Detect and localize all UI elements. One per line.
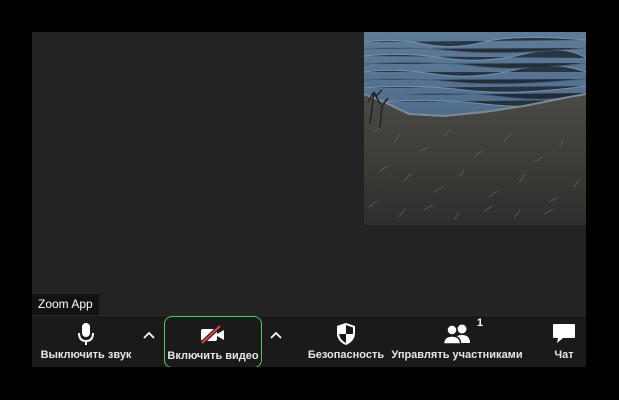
chat-label: Чат (554, 349, 574, 361)
meeting-toolbar: Выключить звук Включить видео Безопаснос… (32, 315, 586, 367)
start-video-label: Включить видео (167, 350, 259, 362)
chat-button[interactable]: Чат (540, 316, 586, 367)
participant-video-image (364, 32, 586, 225)
chat-bubble-icon (552, 321, 576, 347)
microphone-icon (77, 321, 95, 347)
shield-icon (336, 321, 356, 347)
video-options-caret[interactable] (267, 326, 285, 344)
start-video-button[interactable]: Включить видео (164, 316, 262, 367)
meeting-video-area: Zoom App (32, 32, 586, 315)
mute-audio-button[interactable]: Выключить звук (36, 316, 136, 367)
video-camera-off-icon (199, 322, 227, 348)
security-button[interactable]: Безопасность (300, 316, 392, 367)
chevron-up-icon (143, 331, 155, 339)
participants-count-badge: 1 (476, 317, 483, 329)
participant-video-tile[interactable] (364, 32, 586, 225)
audio-options-caret[interactable] (140, 326, 158, 344)
participant-name-label: Zoom App (32, 294, 99, 315)
zoom-meeting-window: Zoom App Выключить звук Включить видео Б… (32, 32, 586, 367)
manage-participants-label: Управлять участниками (391, 349, 523, 361)
security-label: Безопасность (307, 349, 385, 361)
mute-audio-label: Выключить звук (40, 349, 132, 361)
participants-icon: 1 (443, 317, 483, 347)
manage-participants-button[interactable]: 1 Управлять участниками (390, 316, 524, 367)
chevron-up-icon (270, 331, 282, 339)
